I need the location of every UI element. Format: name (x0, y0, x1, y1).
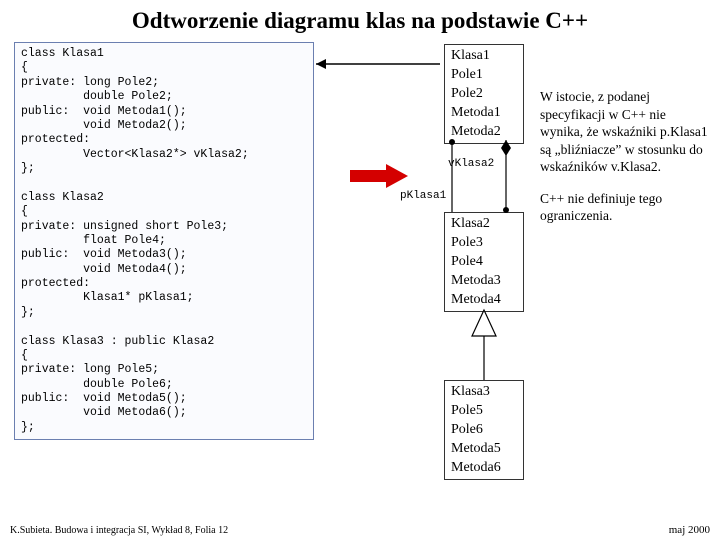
uml-line: Pole3 (451, 234, 517, 253)
uml-line: Metoda3 (451, 272, 517, 291)
code-listing: class Klasa1 { private: long Pole2; doub… (14, 42, 314, 440)
uml-line: Metoda4 (451, 291, 517, 310)
uml-line: Klasa1 (451, 47, 517, 66)
red-arrow-icon (350, 164, 408, 188)
uml-line: Pole5 (451, 402, 517, 421)
uml-line: Metoda1 (451, 104, 517, 123)
footer-left: K.Subieta. Budowa i integracja SI, Wykła… (10, 525, 228, 536)
uml-line: Klasa3 (451, 383, 517, 402)
commentary-p1: W istocie, z podanej specyfikacji w C++ … (540, 88, 712, 176)
uml-class-klasa2: Klasa2 Pole3 Pole4 Metoda3 Metoda4 (444, 212, 524, 312)
uml-line: Pole2 (451, 85, 517, 104)
assoc-label-pklasa1: pKlasa1 (400, 190, 446, 202)
commentary-p2: C++ nie definiuje tego ograniczenia. (540, 190, 712, 225)
commentary-text: W istocie, z podanej specyfikacji w C++ … (540, 88, 712, 225)
footer-right: maj 2000 (669, 524, 710, 536)
uml-line: Pole4 (451, 253, 517, 272)
uml-class-klasa1: Klasa1 Pole1 Pole2 Metoda1 Metoda2 (444, 44, 524, 144)
page-title: Odtworzenie diagramu klas na podstawie C… (0, 0, 720, 40)
uml-line: Pole1 (451, 66, 517, 85)
assoc-label-vklasa2: vKlasa2 (448, 158, 494, 170)
uml-line: Metoda6 (451, 459, 517, 478)
content-area: class Klasa1 { private: long Pole2; doub… (0, 40, 720, 520)
uml-line: Klasa2 (451, 215, 517, 234)
uml-line: Metoda2 (451, 123, 517, 142)
uml-class-klasa3: Klasa3 Pole5 Pole6 Metoda5 Metoda6 (444, 380, 524, 480)
uml-line: Pole6 (451, 421, 517, 440)
uml-line: Metoda5 (451, 440, 517, 459)
